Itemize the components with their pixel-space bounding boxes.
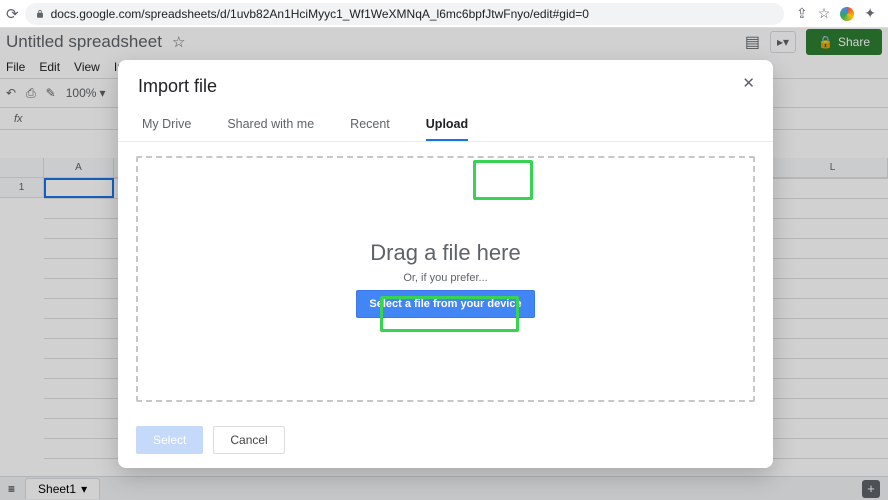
share-page-icon[interactable]: ⇪ — [796, 5, 808, 22]
tab-shared-with-me[interactable]: Shared with me — [223, 109, 318, 141]
tab-upload[interactable]: Upload — [422, 109, 472, 141]
dialog-title: Import file — [138, 76, 753, 97]
address-bar[interactable]: docs.google.com/spreadsheets/d/1uvb82An1… — [25, 3, 784, 25]
select-file-button[interactable]: Select a file from your device — [356, 290, 534, 318]
tab-my-drive[interactable]: My Drive — [138, 109, 195, 141]
file-dropzone[interactable]: Drag a file here Or, if you prefer... Se… — [136, 156, 755, 402]
lock-icon — [35, 9, 45, 19]
browser-chrome: ⟳ docs.google.com/spreadsheets/d/1uvb82A… — [0, 0, 888, 28]
reload-icon[interactable]: ⟳ — [6, 5, 19, 23]
cancel-button[interactable]: Cancel — [213, 426, 284, 454]
dialog-footer: Select Cancel — [118, 416, 773, 468]
tab-recent[interactable]: Recent — [346, 109, 394, 141]
dropzone-title: Drag a file here — [370, 240, 520, 266]
close-icon[interactable]: ✕ — [742, 74, 755, 92]
select-button[interactable]: Select — [136, 426, 203, 454]
import-file-dialog: Import file ✕ My Drive Shared with me Re… — [118, 60, 773, 468]
url-text: docs.google.com/spreadsheets/d/1uvb82An1… — [51, 7, 589, 21]
extension-icon[interactable] — [840, 7, 854, 21]
dialog-tabs: My Drive Shared with me Recent Upload — [118, 103, 773, 142]
upload-panel: Drag a file here Or, if you prefer... Se… — [118, 142, 773, 416]
dropzone-subtitle: Or, if you prefer... — [403, 272, 487, 284]
extensions-puzzle-icon[interactable]: ✦ — [864, 5, 876, 22]
bookmark-star-icon[interactable]: ☆ — [818, 5, 831, 22]
